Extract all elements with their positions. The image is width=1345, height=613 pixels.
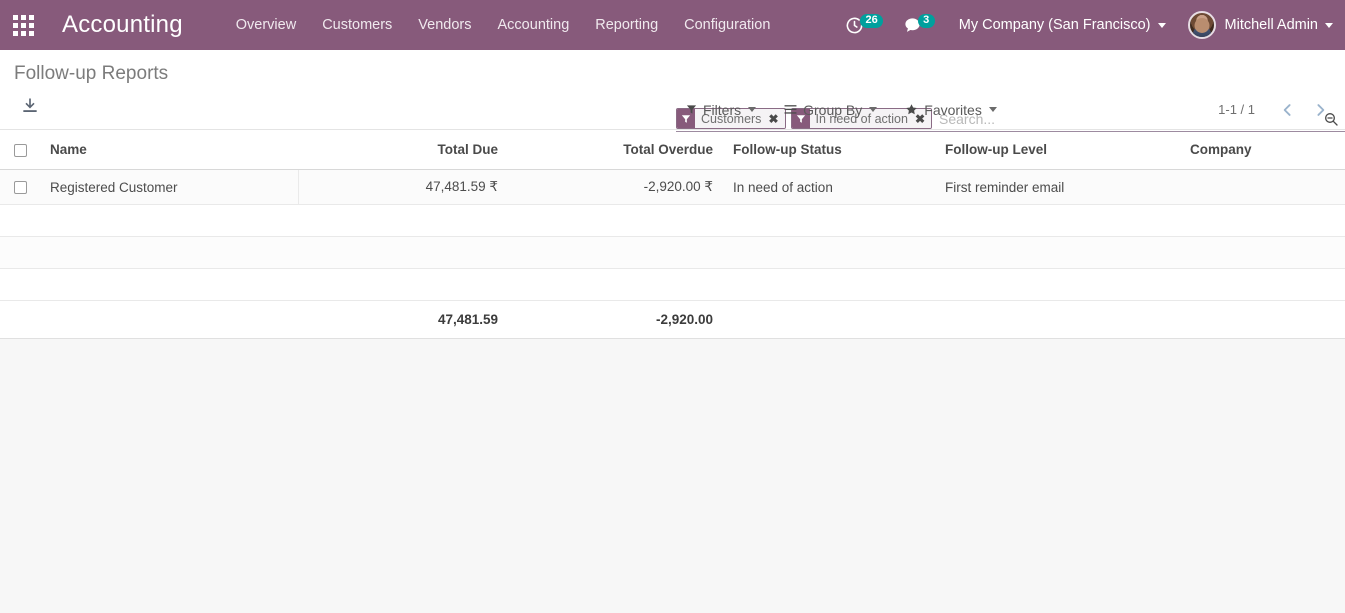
messaging-menu-toggle[interactable]: 3: [893, 0, 945, 50]
pager-next-button[interactable]: [1304, 100, 1337, 120]
column-header-total-overdue[interactable]: Total Overdue: [508, 129, 723, 170]
select-all-header[interactable]: [0, 129, 40, 170]
filters-dropdown[interactable]: Filters: [686, 101, 757, 118]
download-export-icon: [20, 96, 40, 121]
pager: 1-1 / 1: [1218, 100, 1337, 120]
followup-reports-table: Name Total Due Total Overdue Follow-up S…: [0, 129, 1345, 339]
activity-count-badge: 26: [860, 13, 883, 28]
activity-menu-toggle[interactable]: 26: [835, 0, 892, 50]
pager-previous-button[interactable]: [1271, 100, 1304, 120]
filter-funnel-icon: [686, 104, 697, 115]
control-panel: Follow-up Reports Customers ✖ In need of…: [0, 50, 1345, 132]
cell-total-due: 47,481.59 ₹: [298, 169, 508, 205]
main-menu: Overview Customers Vendors Accounting Re…: [223, 0, 784, 50]
chevron-down-icon: [1325, 22, 1333, 28]
empty-filler-row: [0, 236, 1345, 269]
cell-followup-status: In need of action: [723, 169, 935, 205]
menu-item-reporting[interactable]: Reporting: [582, 0, 671, 50]
favorites-dropdown-label: Favorites: [924, 101, 982, 118]
chevron-down-icon: [748, 107, 757, 112]
page-background-filler: [0, 339, 1345, 597]
table-footer: 47,481.59 -2,920.00: [0, 300, 1345, 339]
select-all-checkbox[interactable]: [13, 143, 27, 157]
column-header-name[interactable]: Name: [40, 129, 298, 170]
cell-followup-level: First reminder email: [935, 169, 1180, 205]
chevron-down-icon: [988, 107, 997, 112]
total-overdue-sum: -2,920.00: [508, 300, 723, 339]
search-dropdown-group: Filters Group By Favorites: [686, 102, 1025, 118]
cell-name: Registered Customer: [40, 169, 299, 205]
odoo-accounting-app: Accounting Overview Customers Vendors Ac…: [0, 0, 1345, 613]
menu-item-customers[interactable]: Customers: [309, 0, 405, 50]
company-name-label: My Company (San Francisco): [958, 17, 1151, 33]
top-navbar: Accounting Overview Customers Vendors Ac…: [0, 0, 1345, 50]
navbar-right-section: 26 3 My Company (San Francisco) Mitchell…: [835, 0, 1333, 50]
column-header-followup-status[interactable]: Follow-up Status: [723, 129, 935, 170]
column-header-total-due[interactable]: Total Due: [298, 129, 508, 170]
company-switcher[interactable]: My Company (San Francisco): [945, 17, 1174, 33]
empty-filler-row: [0, 268, 1345, 301]
user-name-label: Mitchell Admin: [1224, 17, 1318, 33]
page-title: Follow-up Reports: [14, 63, 169, 84]
group-by-icon: [784, 104, 797, 115]
table-body: Registered Customer 47,481.59 ₹ -2,920.0…: [0, 169, 1345, 301]
star-icon: [905, 103, 918, 116]
control-panel-top-row: Follow-up Reports: [0, 50, 1345, 90]
user-menu-toggle[interactable]: Mitchell Admin: [1174, 11, 1333, 39]
messages-count-badge: 3: [917, 13, 935, 28]
export-download-button[interactable]: [20, 96, 40, 121]
chevron-down-icon: [1157, 22, 1166, 28]
user-avatar: [1187, 11, 1216, 39]
column-header-followup-level[interactable]: Follow-up Level: [935, 129, 1180, 170]
followup-reports-list: Name Total Due Total Overdue Follow-up S…: [0, 129, 1345, 339]
menu-item-accounting[interactable]: Accounting: [485, 0, 583, 50]
pager-count-label: 1-1 / 1: [1218, 102, 1255, 117]
cell-total-overdue: -2,920.00 ₹: [508, 169, 723, 205]
control-panel-bottom-row: Filters Group By Favorites 1-1 / 1: [0, 90, 1345, 129]
totals-row: 47,481.59 -2,920.00: [0, 300, 1345, 339]
total-due-sum: 47,481.59: [298, 300, 508, 339]
menu-item-vendors[interactable]: Vendors: [405, 0, 484, 50]
empty-filler-row: [0, 204, 1345, 237]
chevron-down-icon: [869, 107, 878, 112]
apps-grid-icon: [12, 14, 34, 36]
menu-item-overview[interactable]: Overview: [223, 0, 309, 50]
menu-item-configuration[interactable]: Configuration: [671, 0, 783, 50]
row-checkbox[interactable]: [13, 181, 27, 195]
table-header-row: Name Total Due Total Overdue Follow-up S…: [0, 129, 1345, 170]
app-brand-title[interactable]: Accounting: [62, 11, 183, 39]
favorites-dropdown[interactable]: Favorites: [905, 102, 997, 118]
group-by-dropdown-label: Group By: [803, 101, 863, 118]
table-header: Name Total Due Total Overdue Follow-up S…: [0, 129, 1345, 170]
column-header-company[interactable]: Company: [1180, 129, 1345, 170]
apps-menu-toggle[interactable]: [6, 5, 40, 45]
filters-dropdown-label: Filters: [703, 101, 742, 118]
group-by-dropdown[interactable]: Group By: [784, 101, 878, 118]
cell-company: [1180, 169, 1345, 205]
row-select-cell[interactable]: [0, 169, 40, 205]
table-row[interactable]: Registered Customer 47,481.59 ₹ -2,920.0…: [0, 169, 1345, 205]
